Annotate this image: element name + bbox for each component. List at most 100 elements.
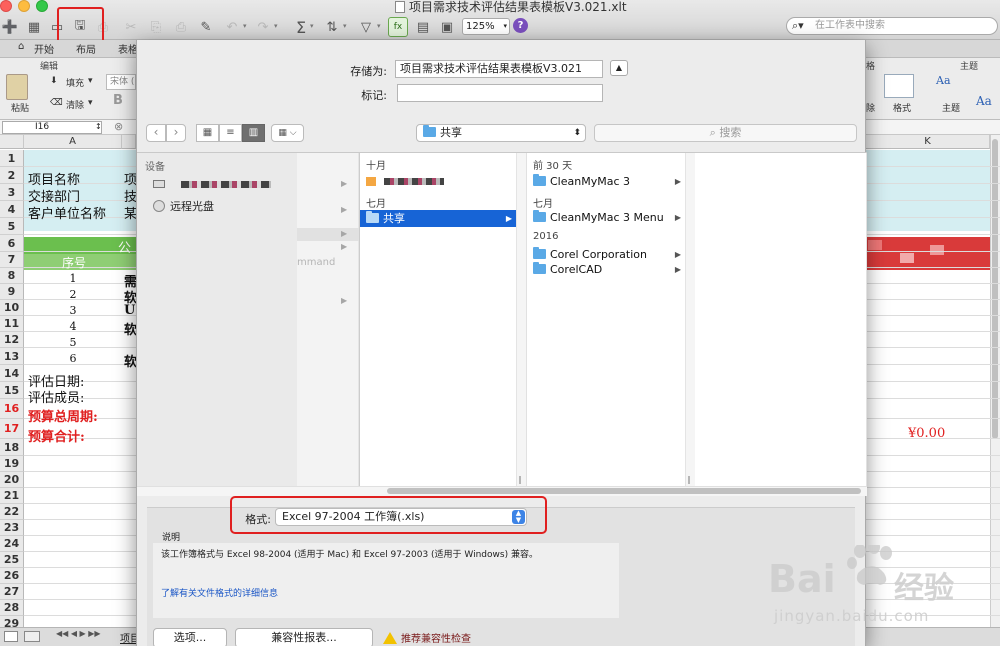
cell-label-client[interactable]: 客户单位名称: [28, 203, 106, 222]
row-header[interactable]: 6: [0, 235, 24, 252]
sort-dropdown-icon[interactable]: ▾: [343, 22, 347, 30]
column-header-k[interactable]: K: [866, 135, 990, 149]
cell-seq-number[interactable]: 2: [24, 287, 122, 303]
toolbox-icon[interactable]: ▤: [413, 17, 433, 37]
sidebar-item-device[interactable]: [153, 178, 278, 191]
cut-icon[interactable]: ✂: [121, 17, 141, 37]
autosum-dropdown-icon[interactable]: ▾: [310, 22, 314, 30]
theme-fonts-icon[interactable]: Aa: [976, 94, 992, 108]
forward-button[interactable]: ›: [166, 124, 186, 142]
minimize-window-button[interactable]: [18, 0, 30, 12]
function-icon[interactable]: fx: [388, 17, 408, 37]
new-document-icon[interactable]: ➕: [0, 17, 20, 37]
column-header-b[interactable]: [122, 135, 136, 149]
cell-label-budget-total[interactable]: 预算合计:: [28, 426, 85, 445]
icon-view-button[interactable]: ▦: [196, 124, 219, 142]
back-button[interactable]: ‹: [146, 124, 166, 142]
format-cells-icon[interactable]: [884, 74, 914, 98]
cell-seq-number[interactable]: 3: [24, 303, 122, 319]
copy-icon[interactable]: ⎘: [146, 17, 166, 37]
compatibility-report-button[interactable]: 兼容性报表...: [235, 628, 373, 646]
row-header[interactable]: 16: [0, 399, 24, 419]
cell-label-eval-members[interactable]: 评估成员:: [28, 387, 84, 406]
row-header[interactable]: 13: [0, 348, 24, 365]
name-box[interactable]: I16: [2, 121, 102, 134]
filter-dropdown-icon[interactable]: ▾: [377, 22, 381, 30]
column-3-scrollbar[interactable]: [685, 153, 695, 486]
column-2-scrollbar[interactable]: [516, 153, 526, 486]
list-item[interactable]: CleanMyMac 3 Menu ▶: [527, 209, 685, 226]
cell-section-title[interactable]: 公: [118, 237, 131, 256]
list-item-shared-selected[interactable]: 共享 ▶: [360, 210, 516, 227]
delete-button[interactable]: 除: [866, 101, 875, 114]
paste-label[interactable]: 粘贴: [11, 101, 29, 114]
row-header[interactable]: 21: [0, 488, 24, 504]
dialog-search-input[interactable]: ⌕ 搜索: [594, 124, 857, 142]
row-header[interactable]: 14: [0, 365, 24, 382]
column-resize-icon[interactable]: ‖: [518, 475, 522, 484]
format-cells-button[interactable]: 格式: [893, 101, 911, 114]
options-button[interactable]: 选项...: [153, 628, 227, 646]
cell-seq-number[interactable]: 6: [24, 351, 122, 367]
paste-icon[interactable]: ⎙: [171, 17, 191, 37]
eraser-icon[interactable]: ⌫: [50, 98, 63, 108]
row-header[interactable]: 4: [0, 201, 24, 218]
cell-budget-total-value[interactable]: ¥0.00: [908, 426, 945, 441]
list-item[interactable]: CleanMyMac 3 ▶: [527, 173, 685, 190]
template-gallery-icon[interactable]: ▦: [24, 17, 44, 37]
fill-icon[interactable]: ⬇: [50, 76, 58, 86]
cell-seq-number[interactable]: 1: [24, 271, 122, 287]
sheet-nav-arrows-icon[interactable]: ◀◀ ◀ ▶ ▶▶: [56, 629, 101, 638]
clear-dropdown-icon[interactable]: ▾: [88, 98, 93, 108]
row-header[interactable]: 25: [0, 552, 24, 568]
row-header[interactable]: 12: [0, 332, 24, 348]
expand-dialog-button[interactable]: ▲: [610, 60, 628, 76]
location-popup[interactable]: 共享 ⬍: [416, 124, 586, 142]
vertical-scroll-thumb[interactable]: [992, 139, 998, 439]
row-header[interactable]: 7: [0, 252, 24, 268]
autosum-icon[interactable]: Σ: [291, 17, 311, 37]
row-header[interactable]: 5: [0, 218, 24, 235]
row-header[interactable]: 19: [0, 456, 24, 472]
undo-dropdown-icon[interactable]: ▾: [243, 22, 247, 30]
help-button[interactable]: ?: [513, 18, 528, 33]
cell-label-budget-period[interactable]: 预算总周期:: [28, 406, 98, 425]
row-header[interactable]: 1: [0, 150, 24, 167]
cell-item-name[interactable]: UI: [124, 303, 136, 318]
row-header[interactable]: 18: [0, 439, 24, 456]
cell-item-name[interactable]: 软: [124, 351, 136, 370]
redo-dropdown-icon[interactable]: ▾: [274, 22, 278, 30]
row-header[interactable]: 10: [0, 300, 24, 316]
arrange-button[interactable]: ▦ ⌵: [271, 124, 304, 142]
row-header[interactable]: 26: [0, 568, 24, 584]
close-window-button[interactable]: [0, 0, 12, 12]
row-header[interactable]: 9: [0, 284, 24, 300]
tab-tables[interactable]: 表格: [118, 41, 138, 56]
fill-dropdown-icon[interactable]: ▾: [88, 76, 93, 86]
list-item[interactable]: [360, 173, 527, 190]
more-info-link[interactable]: 了解有关文件格式的详细信息: [161, 586, 278, 599]
cell-item-name[interactable]: 软: [124, 319, 136, 338]
cell-header-seq[interactable]: 序号: [62, 254, 86, 271]
save-as-field[interactable]: 项目需求技术评估结果表模板V3.021: [395, 60, 603, 78]
row-header[interactable]: 28: [0, 600, 24, 616]
row-header[interactable]: 8: [0, 268, 24, 284]
row-header[interactable]: 22: [0, 504, 24, 520]
filter-icon[interactable]: ▽: [356, 17, 376, 37]
cell-seq-number[interactable]: 4: [24, 319, 122, 335]
cell-seq-number[interactable]: 5: [24, 335, 122, 351]
theme-button[interactable]: 主题: [942, 101, 960, 114]
redo-icon[interactable]: ↷: [253, 17, 273, 37]
zoom-window-button[interactable]: [36, 0, 48, 12]
font-name-select[interactable]: 宋体 (: [106, 74, 136, 90]
theme-icon[interactable]: Aa: [936, 74, 960, 94]
name-box-stepper-icon[interactable]: ↕: [95, 122, 102, 131]
row-header[interactable]: 17: [0, 419, 24, 439]
clear-button[interactable]: 清除: [66, 98, 84, 111]
tab-layout[interactable]: 布局: [76, 41, 96, 56]
fill-button[interactable]: 填充: [66, 76, 84, 89]
row-header[interactable]: 23: [0, 520, 24, 536]
horizontal-scroll-thumb[interactable]: [387, 488, 861, 494]
gallery-icon[interactable]: ▣: [437, 17, 457, 37]
paste-icon[interactable]: [6, 74, 28, 100]
